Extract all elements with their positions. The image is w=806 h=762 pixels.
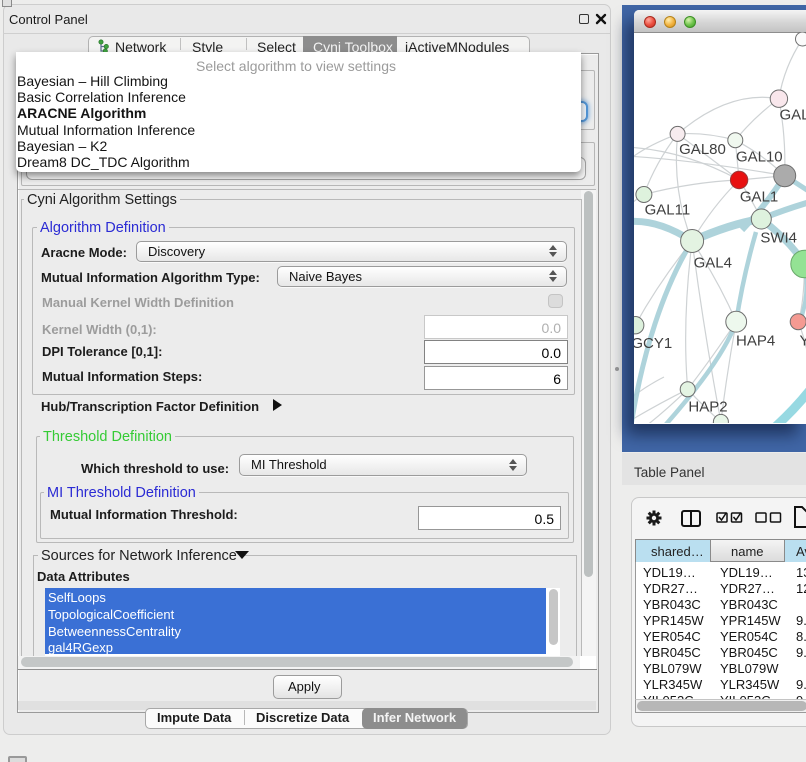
svg-text:SWI4: SWI4	[760, 230, 797, 247]
svg-text:HAP4: HAP4	[736, 333, 775, 350]
svg-text:GAL7: GAL7	[780, 107, 806, 124]
svg-text:HAP2: HAP2	[688, 399, 727, 416]
svg-text:GAL10: GAL10	[736, 149, 783, 166]
svg-text:GCY1: GCY1	[634, 335, 672, 352]
svg-text:GAL4: GAL4	[694, 255, 732, 272]
svg-text:GAL1: GAL1	[740, 189, 778, 206]
svg-text:GAL11: GAL11	[645, 202, 691, 219]
svg-text:GAL80: GAL80	[679, 141, 726, 158]
svg-text:YJL052: YJL052	[800, 333, 806, 350]
